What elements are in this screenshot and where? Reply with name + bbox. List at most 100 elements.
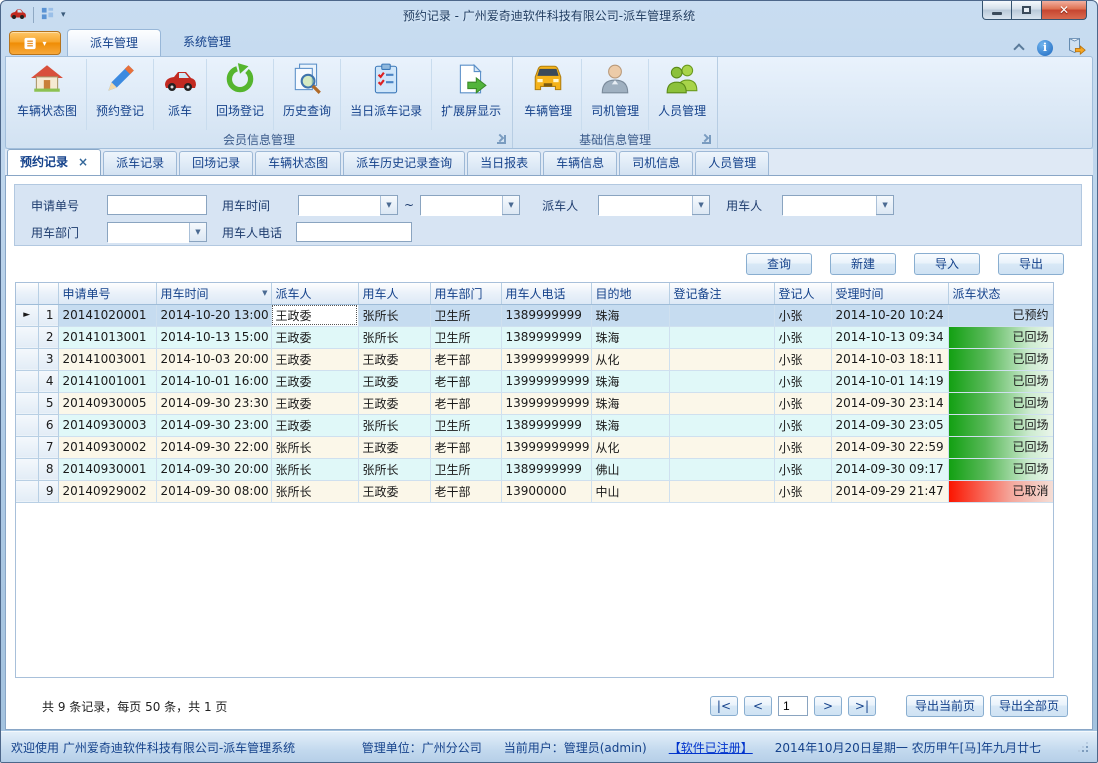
export-all-pages-button[interactable]: 导出全部页 [990,695,1068,717]
data-cell[interactable]: 2014-09-30 23:30 [156,392,271,414]
data-cell[interactable]: 小张 [774,436,831,458]
ribbon-button-driver[interactable]: 司机管理 [582,59,649,130]
ribbon-button-extend-screen[interactable]: 扩展屏显示 [432,59,510,130]
query-button[interactable]: 查询 [746,253,812,275]
data-cell[interactable]: 20141013001 [58,326,156,348]
data-cell[interactable]: 20140929002 [58,480,156,502]
data-cell[interactable]: 2014-09-30 23:05 [831,414,948,436]
data-cell[interactable]: 2014-09-30 09:17 [831,458,948,480]
column-header-7[interactable]: 用车人电话 [501,283,591,304]
data-cell[interactable]: 小张 [774,458,831,480]
data-cell[interactable] [669,436,774,458]
apply-no-input[interactable] [107,195,207,215]
info-icon[interactable]: i [1037,40,1053,56]
data-cell[interactable] [669,392,774,414]
data-cell[interactable]: 13999999999 [501,348,591,370]
data-cell[interactable]: 王政委 [271,326,358,348]
dept-input[interactable] [108,223,189,243]
data-cell[interactable]: 13900000 [501,480,591,502]
doc-tab-6[interactable]: 车辆信息 [543,151,617,175]
dept-combo[interactable]: ▼ [107,222,207,242]
data-cell[interactable] [669,326,774,348]
data-cell[interactable]: 2014-10-01 14:19 [831,370,948,392]
first-page-button[interactable]: |< [710,696,738,716]
data-cell[interactable]: 张所长 [358,326,430,348]
data-cell[interactable]: 王政委 [271,414,358,436]
data-cell[interactable]: 2014-09-30 08:00 [156,480,271,502]
data-cell[interactable]: 20141001001 [58,370,156,392]
column-header-11[interactable]: 受理时间 [831,283,948,304]
data-cell[interactable]: 20141020001 [58,304,156,326]
use-time-from-combo[interactable]: ▼ [298,195,398,215]
ribbon-button-recycle[interactable]: 回场登记 [207,59,274,130]
restore-button[interactable] [1012,1,1042,20]
data-cell[interactable]: 珠海 [591,392,669,414]
data-cell[interactable]: 卫生所 [430,326,501,348]
column-header-12[interactable]: 派车状态 [948,283,1053,304]
chevron-down-icon[interactable]: ▼ [502,196,519,214]
table-row[interactable]: 6201409300032014-09-30 23:00王政委张所长卫生所138… [16,414,1053,436]
chevron-down-icon[interactable]: ▼ [876,196,893,214]
ribbon-button-people[interactable]: 人员管理 [649,59,715,130]
data-cell[interactable]: 小张 [774,326,831,348]
new-button[interactable]: 新建 [830,253,896,275]
data-cell[interactable]: 20140930001 [58,458,156,480]
data-cell[interactable]: 2014-09-30 23:14 [831,392,948,414]
data-cell[interactable]: 2014-10-13 09:34 [831,326,948,348]
chevron-down-icon[interactable]: ▼ [189,223,206,241]
data-cell[interactable]: 珠海 [591,370,669,392]
data-cell[interactable]: 珠海 [591,414,669,436]
doc-tab-5[interactable]: 当日报表 [467,151,541,175]
prev-page-button[interactable]: < [744,696,772,716]
data-cell[interactable]: 2014-09-30 22:59 [831,436,948,458]
data-cell[interactable]: 2014-09-30 20:00 [156,458,271,480]
table-row[interactable]: 7201409300022014-09-30 22:00张所长王政委老干部139… [16,436,1053,458]
data-cell[interactable]: 张所长 [358,304,430,326]
data-cell[interactable]: 2014-10-20 10:24 [831,304,948,326]
data-cell[interactable]: 20140930002 [58,436,156,458]
data-cell[interactable]: 中山 [591,480,669,502]
data-cell[interactable]: 卫生所 [430,458,501,480]
next-page-button[interactable]: > [814,696,842,716]
data-cell[interactable]: 王政委 [271,348,358,370]
table-row[interactable]: 4201410010012014-10-01 16:00王政委王政委老干部139… [16,370,1053,392]
data-cell[interactable]: 卫生所 [430,414,501,436]
data-cell[interactable]: 1389999999 [501,304,591,326]
data-cell[interactable]: 20140930005 [58,392,156,414]
ribbon-button-history-search[interactable]: 历史查询 [274,59,341,130]
minimize-button[interactable] [982,1,1012,20]
data-cell[interactable] [669,414,774,436]
data-cell[interactable]: 老干部 [430,436,501,458]
data-cell[interactable]: 张所长 [271,436,358,458]
export-current-page-button[interactable]: 导出当前页 [906,695,984,717]
data-cell[interactable]: 小张 [774,370,831,392]
data-cell[interactable]: 珠海 [591,326,669,348]
data-cell[interactable]: 13999999999 [501,436,591,458]
ribbon-button-red-car[interactable]: 派车 [154,59,207,130]
column-header-2[interactable]: 申请单号 [58,283,156,304]
doc-tab-2[interactable]: 回场记录 [179,151,253,175]
data-cell[interactable]: 13999999999 [501,392,591,414]
export-button[interactable]: 导出 [998,253,1064,275]
column-header-10[interactable]: 登记人 [774,283,831,304]
data-cell[interactable] [669,458,774,480]
data-cell[interactable]: 从化 [591,436,669,458]
data-cell[interactable]: 1389999999 [501,414,591,436]
table-row[interactable]: 3201410030012014-10-03 20:00王政委王政委老干部139… [16,348,1053,370]
import-button[interactable]: 导入 [914,253,980,275]
doc-tab-4[interactable]: 派车历史记录查询 [343,151,465,175]
data-cell[interactable]: 张所长 [271,480,358,502]
data-cell[interactable]: 2014-09-30 23:00 [156,414,271,436]
license-link[interactable]: 【软件已注册】 [669,739,753,756]
table-row[interactable]: 9201409290022014-09-30 08:00张所长王政委老干部139… [16,480,1053,502]
help-icon[interactable] [1067,37,1087,58]
data-cell[interactable]: 张所长 [358,414,430,436]
column-header-3[interactable]: 用车时间▼ [156,283,271,304]
data-cell[interactable]: 卫生所 [430,304,501,326]
ribbon-button-vehicle[interactable]: 车辆管理 [515,59,582,130]
filter-dropdown-icon[interactable]: ▼ [262,289,267,297]
dispatcher-input[interactable] [599,196,692,216]
data-cell[interactable]: 王政委 [358,480,430,502]
data-cell[interactable]: 小张 [774,392,831,414]
data-cell[interactable]: 张所长 [271,458,358,480]
